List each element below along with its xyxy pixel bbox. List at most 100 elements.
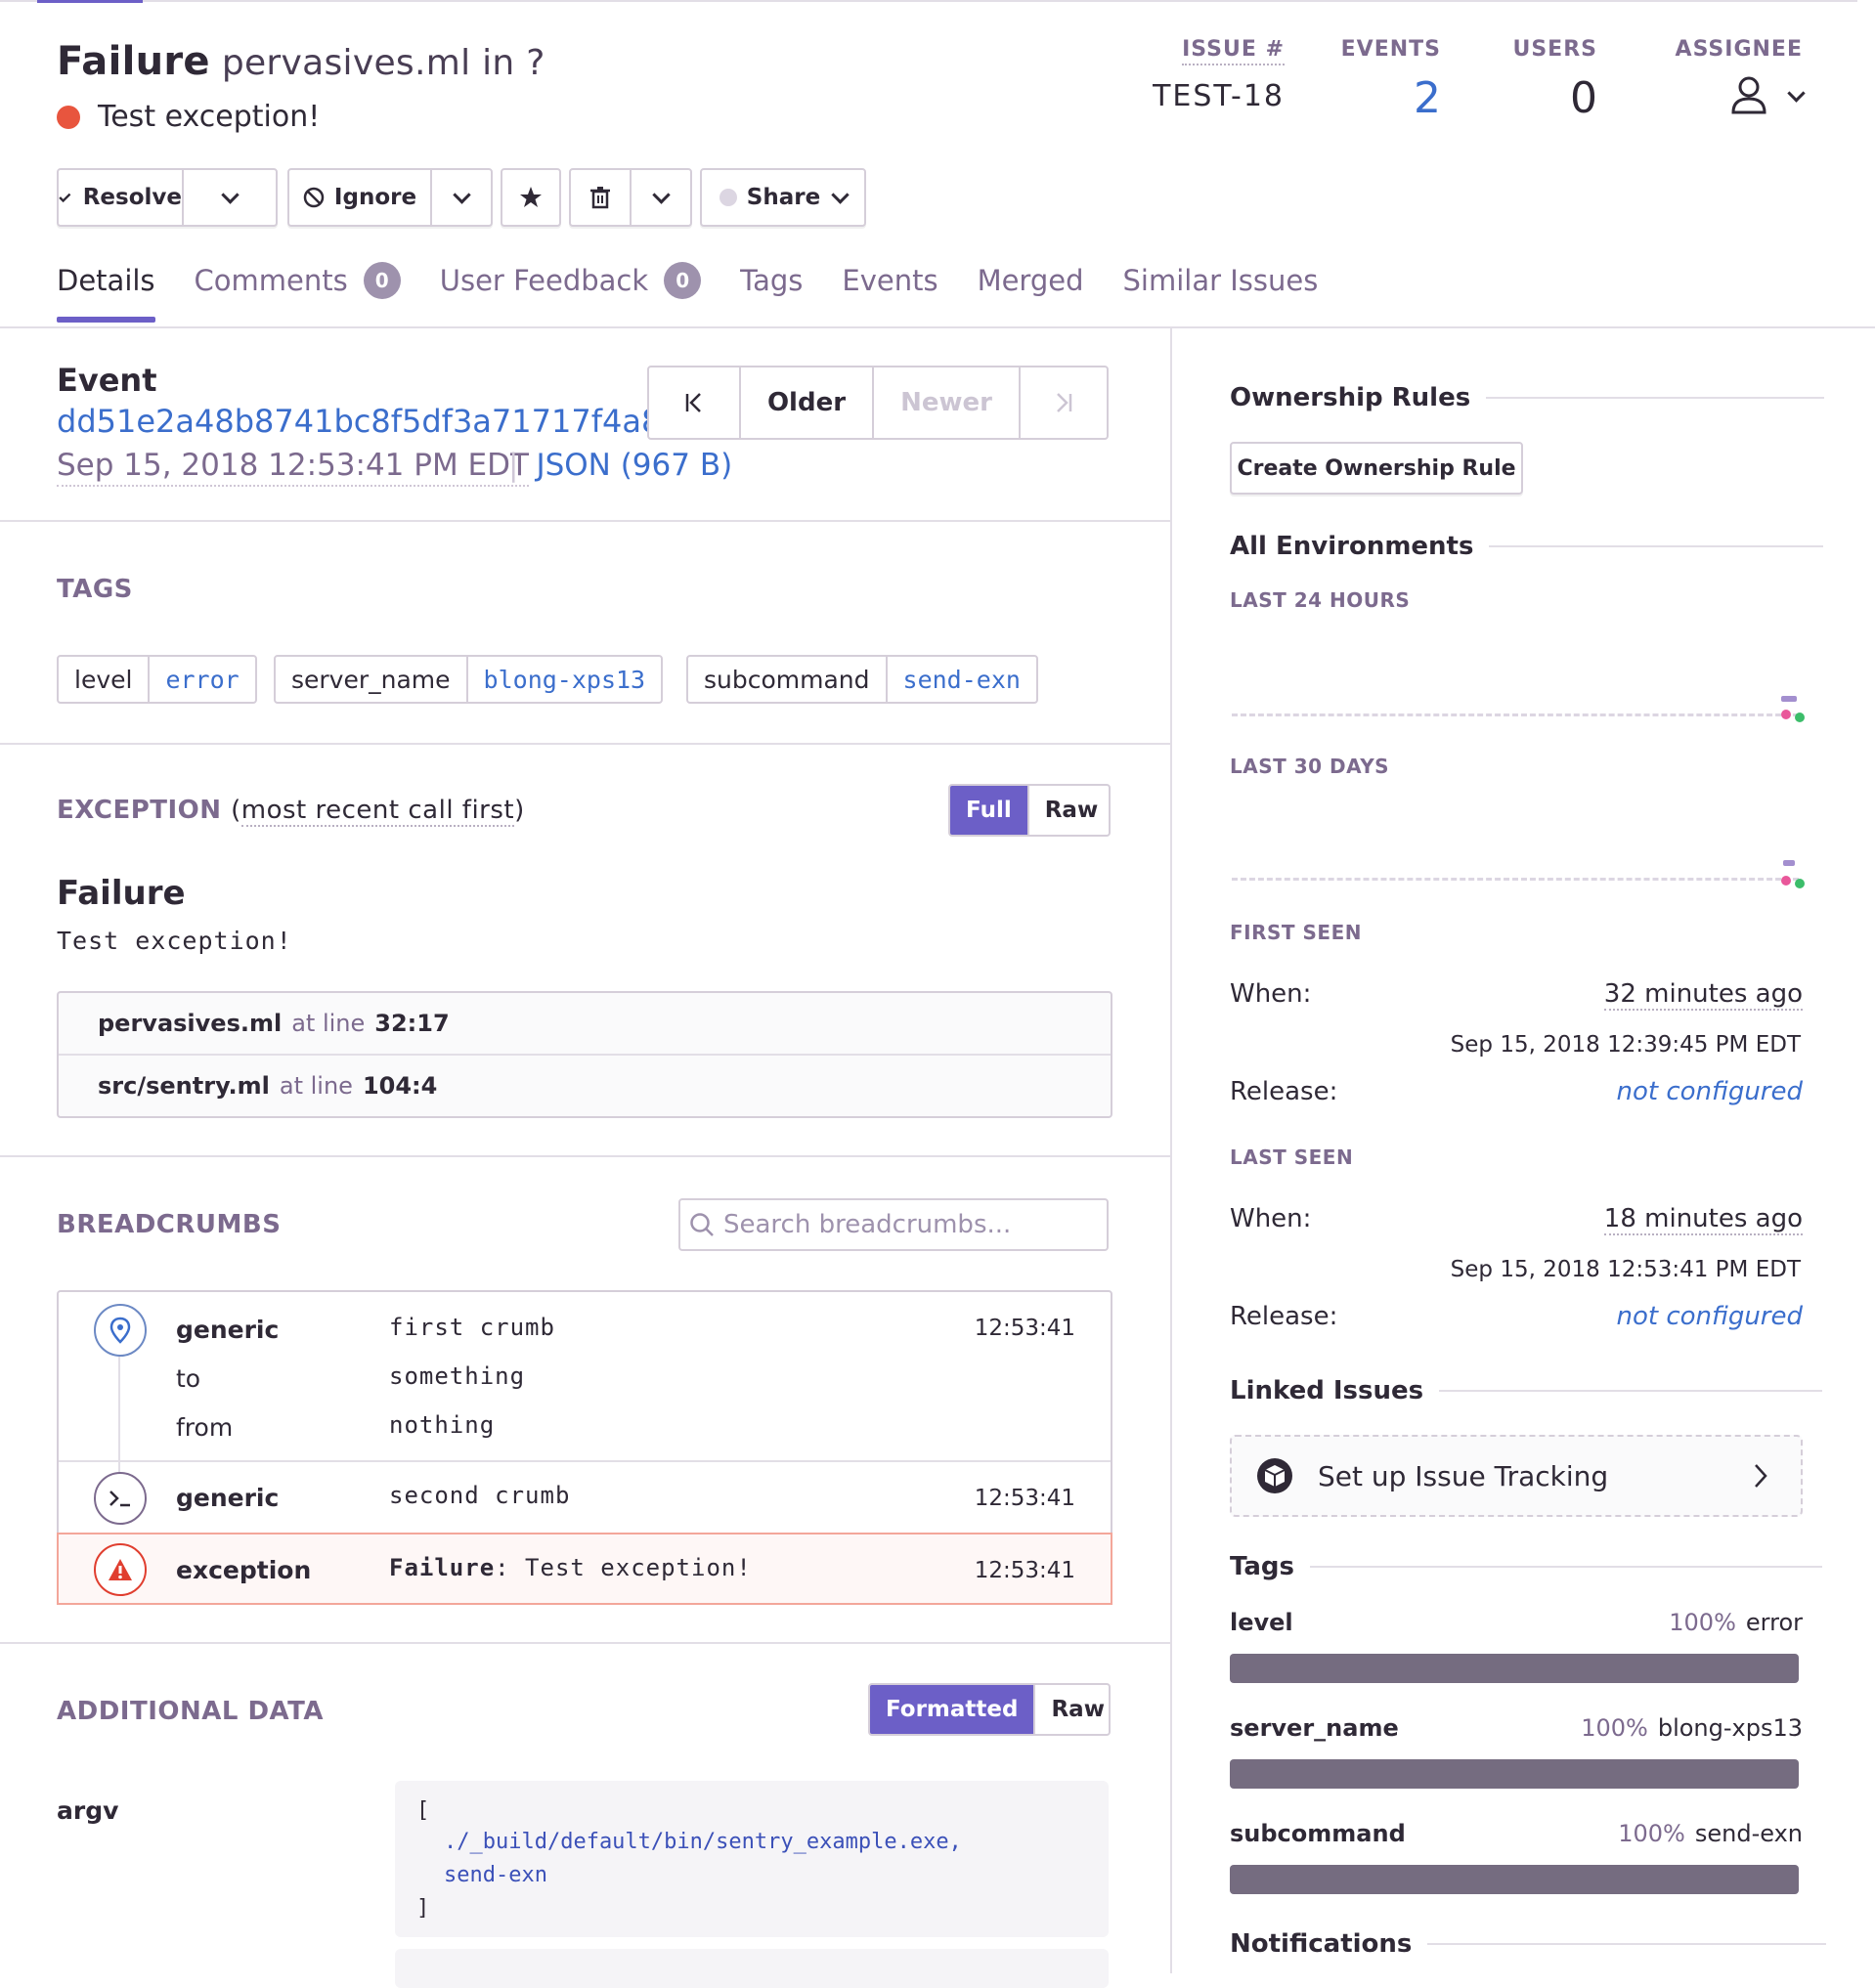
first-seen-release: Release: not configured (1230, 1077, 1803, 1106)
older-button[interactable]: Older (741, 367, 874, 438)
tab-comments[interactable]: Comments 0 (195, 262, 401, 323)
tag-key: server_name (1230, 1714, 1399, 1742)
newest-button[interactable] (1021, 367, 1107, 438)
first-page-icon (685, 393, 701, 412)
tab-tags[interactable]: Tags (740, 262, 803, 323)
setup-issue-tracking-button[interactable]: Set up Issue Tracking (1230, 1435, 1803, 1517)
frame-file: pervasives.ml (98, 1010, 283, 1037)
timeline-line (118, 1351, 120, 1460)
create-ownership-rule-button[interactable]: Create Ownership Rule (1230, 442, 1523, 495)
delete-button[interactable] (571, 170, 632, 225)
release-value[interactable]: not configured (1617, 1077, 1804, 1106)
delete-dropdown-button[interactable] (632, 170, 690, 225)
tag-value[interactable]: error (150, 657, 254, 702)
oldest-button[interactable] (649, 367, 741, 438)
tab-merged[interactable]: Merged (978, 262, 1084, 323)
events-count[interactable]: 2 (1341, 73, 1441, 123)
tag-bar-server-name[interactable] (1230, 1759, 1799, 1789)
ignore-button[interactable]: Ignore (289, 170, 432, 225)
chevron-down-icon (831, 185, 850, 204)
breadcrumb-data-value: nothing (389, 1411, 496, 1439)
additional-data-view-toggle: Formatted Raw (868, 1683, 1111, 1736)
tag-key: subcommand (688, 657, 888, 702)
tag-value[interactable]: send-exn (888, 657, 1036, 702)
release-value[interactable]: not configured (1617, 1302, 1804, 1331)
frame-line: 32:17 (374, 1010, 450, 1037)
tab-label: Comments (194, 264, 348, 297)
tag-percent: 100% (1581, 1714, 1648, 1742)
exception-section-title: EXCEPTION (most recent call first) (57, 796, 525, 827)
delete-button-group (569, 168, 692, 227)
breadcrumb-item-exception[interactable]: exception Failure: Test exception! 12:53… (57, 1533, 1112, 1605)
tag-distribution-level: level 100% error (1230, 1609, 1803, 1636)
exception-view-toggle: Full Raw (948, 784, 1111, 837)
breadcrumb-item[interactable]: generic first crumb 12:53:41 to somethin… (59, 1292, 1111, 1462)
users-label: USERS (1512, 37, 1597, 62)
issue-number-value: TEST-18 (1153, 79, 1285, 113)
resolve-button-group: Resolve (57, 168, 278, 227)
json-bracket: [ (416, 1798, 430, 1823)
json-bracket: ] (416, 1896, 430, 1921)
raw-button[interactable]: Raw (1033, 1685, 1109, 1734)
breadcrumb-search-input[interactable]: Search breadcrumbs... (678, 1198, 1109, 1251)
event-json: | JSON (967 B) (508, 448, 732, 483)
ignore-dropdown-button[interactable] (432, 170, 491, 225)
tag-value[interactable]: blong-xps13 (468, 657, 662, 702)
heading-rule (1486, 397, 1825, 399)
event-date: Sep 15, 2018 12:53:41 PM EDT (57, 448, 529, 487)
resolve-dropdown-button[interactable] (184, 170, 276, 225)
exception-subtitle-text: most recent call first (240, 796, 515, 827)
newer-button[interactable]: Newer (874, 367, 1021, 438)
tag-key: subcommand (1230, 1820, 1406, 1847)
raw-button[interactable]: Raw (1026, 786, 1109, 835)
tab-label: Tags (740, 264, 804, 297)
tag-pill-subcommand[interactable]: subcommand send-exn (686, 655, 1038, 704)
environments-heading: All Environments (1230, 532, 1824, 561)
heading-rule (1489, 545, 1824, 547)
breadcrumb-item[interactable]: generic second crumb 12:53:41 (59, 1462, 1111, 1534)
issue-title-text: Failure (57, 39, 210, 84)
tag-bar-level[interactable] (1230, 1654, 1799, 1683)
bookmark-seg[interactable] (502, 170, 559, 225)
tag-bar-subcommand[interactable] (1230, 1865, 1799, 1894)
assignee-selector[interactable] (1676, 75, 1806, 116)
resolve-button[interactable]: Resolve (59, 170, 184, 225)
release-label: Release: (1230, 1077, 1338, 1106)
tag-pill-level[interactable]: level error (57, 655, 257, 704)
issue-number-stat: ISSUE # TEST-18 (1153, 37, 1285, 113)
json-string: ./_build/default/bin/sentry_example.exe, (444, 1830, 962, 1854)
json-link[interactable]: JSON (967 B) (536, 448, 732, 483)
exception-message-text: : Test exception! (495, 1554, 752, 1581)
sparkline-24h (1232, 713, 1799, 720)
search-placeholder: Search breadcrumbs... (723, 1210, 1012, 1239)
full-button[interactable]: Full (950, 786, 1027, 835)
tab-similar-issues[interactable]: Similar Issues (1123, 262, 1319, 323)
stack-frame[interactable]: src/sentry.ml at line 104:4 (59, 1056, 1111, 1116)
tag-key: level (59, 657, 151, 702)
issue-number-label: ISSUE # (1182, 37, 1285, 65)
tab-events[interactable]: Events (842, 262, 938, 323)
tag-distribution-subcommand: subcommand 100% send-exn (1230, 1820, 1803, 1847)
tag-pill-server-name[interactable]: server_name blong-xps13 (274, 655, 664, 704)
breadcrumb-category: exception (176, 1556, 312, 1584)
share-seg[interactable]: Share (702, 170, 864, 225)
ownership-title: Ownership Rules (1230, 383, 1471, 412)
frame-at-line: at line (279, 1072, 353, 1100)
release-label: Release: (1230, 1302, 1338, 1331)
additional-data-title: ADDITIONAL DATA (57, 1697, 324, 1726)
environments-title: All Environments (1230, 532, 1474, 561)
tag-percent: 100% (1618, 1820, 1685, 1847)
tab-user-feedback[interactable]: User Feedback 0 (440, 262, 702, 323)
tab-details[interactable]: Details (57, 262, 155, 323)
bookmark-button[interactable] (501, 168, 561, 227)
event-id-link[interactable]: dd51e2a48b8741bc8f5df3a71717f4a8 (57, 403, 661, 440)
users-count: 0 (1570, 73, 1597, 123)
frame-at-line: at line (291, 1010, 366, 1037)
stack-frame[interactable]: pervasives.ml at line 32:17 (59, 993, 1111, 1056)
event-pager: Older Newer (647, 366, 1109, 440)
share-button[interactable]: Share (700, 168, 866, 227)
argv-value: [ ./_build/default/bin/sentry_example.ex… (395, 1781, 1109, 1937)
chevron-down-icon (452, 185, 471, 204)
assignee-label: ASSIGNEE (1675, 37, 1803, 62)
formatted-button[interactable]: Formatted (870, 1685, 1034, 1734)
